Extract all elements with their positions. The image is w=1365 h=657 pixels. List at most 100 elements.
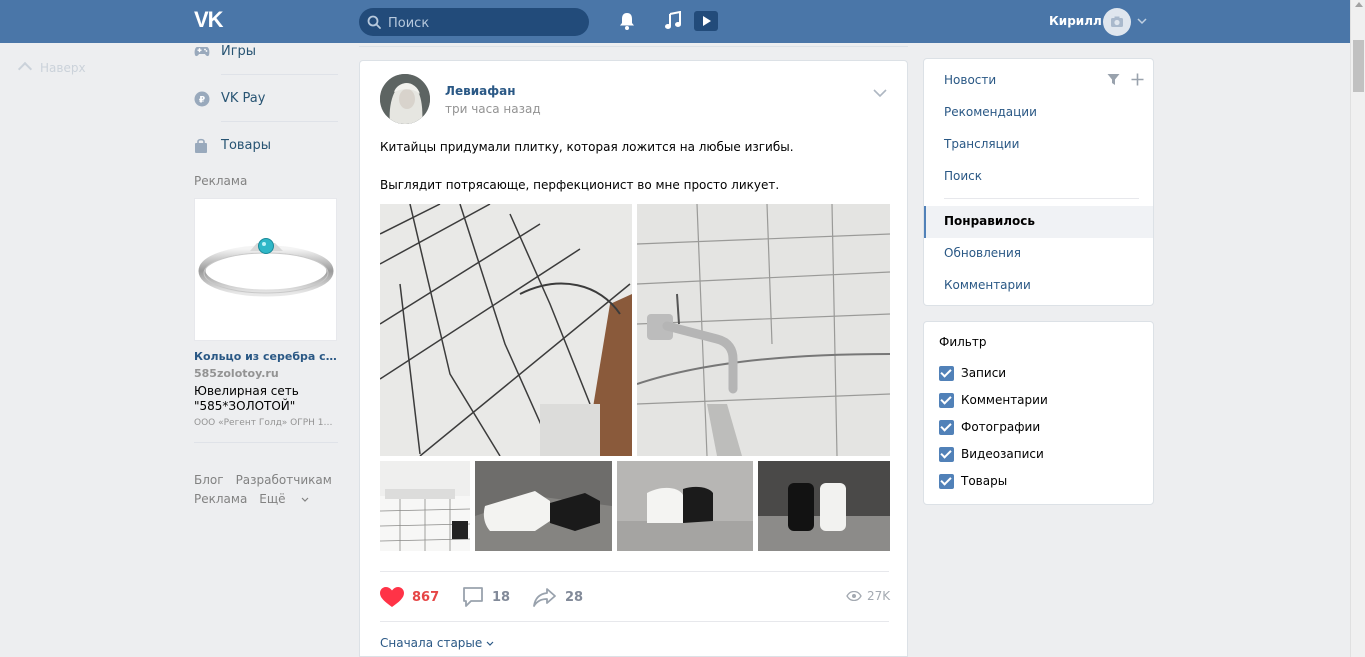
post-photo[interactable] — [758, 461, 890, 551]
sidebar-divider — [221, 121, 338, 122]
ad-legal-text: ООО «Регент Голд» ОГРН 1137847089930 — [194, 418, 338, 428]
filter-funnel-icon[interactable] — [1107, 73, 1120, 86]
svg-text:₽: ₽ — [199, 96, 205, 106]
back-to-top-label: Наверх — [40, 61, 86, 75]
chevron-down-icon — [301, 497, 309, 502]
footer-link-ads[interactable]: Реклама — [194, 492, 247, 506]
nav-divider — [944, 198, 1139, 199]
heart-icon — [380, 586, 404, 607]
ring-image — [198, 238, 334, 297]
footer-link-more[interactable]: Ещё — [259, 492, 309, 506]
comment-button[interactable]: 18 — [462, 585, 510, 609]
footer-links-row-1: Блог Разработчикам — [194, 473, 344, 487]
checkbox[interactable] — [939, 392, 954, 408]
checkbox-label: Записи — [961, 366, 1007, 380]
camera-icon — [1111, 16, 1123, 27]
feed-top-edge — [359, 42, 908, 47]
footer-link-developers[interactable]: Разработчикам — [236, 473, 332, 487]
filter-checkbox-videos[interactable]: Видеозаписи — [939, 445, 1044, 463]
nav-item-recommendations[interactable]: Рекомендации — [944, 105, 1037, 119]
nav-item-liked[interactable]: Понравилось — [924, 206, 1153, 238]
nav-item-comments[interactable]: Комментарии — [944, 278, 1031, 292]
chevron-down-icon — [486, 641, 494, 646]
checkbox-label: Фотографии — [961, 420, 1041, 434]
nav-item-liked-label: Понравилось — [944, 214, 1036, 228]
ad-section-title: Реклама — [194, 174, 248, 188]
bell-icon[interactable] — [618, 11, 636, 31]
search-input[interactable] — [386, 8, 580, 38]
sidebar-item-games[interactable]: Игры — [194, 40, 338, 64]
ad-name[interactable]: Кольцо из серебра с фианитом — [194, 350, 338, 363]
checkbox-label: Товары — [961, 474, 1008, 488]
ad-image[interactable] — [194, 198, 337, 341]
footer-link-blog[interactable]: Блог — [194, 473, 224, 487]
nav-item-updates[interactable]: Обновления — [944, 246, 1021, 260]
post-photo[interactable] — [380, 204, 632, 456]
bathroom-photo — [380, 461, 470, 551]
sidebar-item-vkpay[interactable]: ₽ VK Pay — [194, 87, 338, 111]
scroll-up-arrow-icon[interactable] — [1355, 2, 1363, 7]
filter-checkbox-comments[interactable]: Комментарии — [939, 391, 1048, 409]
vkpay-icon: ₽ — [194, 91, 210, 107]
eye-icon — [846, 591, 862, 601]
checkbox[interactable] — [939, 365, 954, 381]
chevron-down-icon[interactable] — [1137, 17, 1147, 25]
post-photo[interactable] — [637, 204, 890, 456]
share-count: 28 — [565, 589, 584, 605]
sidebar-item-label: VK Pay — [221, 91, 266, 106]
sidebar-item-goods[interactable]: Товары — [194, 134, 338, 158]
play-video-icon[interactable] — [694, 11, 718, 31]
music-note-icon[interactable] — [664, 11, 682, 31]
nav-item-search[interactable]: Поиск — [944, 169, 982, 183]
footer-links-row-2: Реклама Ещё — [194, 492, 321, 506]
tile-columns-photo — [758, 461, 890, 551]
views-counter: 27K — [846, 589, 890, 603]
filter-title: Фильтр — [939, 335, 987, 349]
search-box[interactable] — [359, 8, 589, 38]
scroll-thumb[interactable] — [1353, 40, 1364, 92]
comments-sort-dropdown[interactable]: Сначала старые — [380, 636, 494, 650]
user-name[interactable]: Кирилл — [1049, 14, 1102, 28]
vk-logo[interactable]: VK — [194, 9, 228, 31]
filter-checkbox-posts[interactable]: Записи — [939, 364, 1006, 382]
post-photo[interactable] — [617, 461, 753, 551]
nav-item-streams[interactable]: Трансляции — [944, 137, 1019, 151]
post-time[interactable]: три часа назад — [445, 102, 541, 116]
nav-item-news[interactable]: Новости — [944, 73, 996, 87]
tile-corners-photo — [617, 461, 753, 551]
post-menu-chevron-icon[interactable] — [872, 88, 888, 98]
checkbox[interactable] — [939, 446, 954, 462]
filter-checkbox-goods[interactable]: Товары — [939, 472, 1007, 490]
views-count: 27K — [867, 589, 891, 603]
sidebar-divider — [221, 74, 338, 75]
tile-pieces-photo — [475, 461, 612, 551]
comment-count: 18 — [492, 589, 511, 605]
plus-icon[interactable] — [1131, 73, 1144, 86]
share-button[interactable]: 28 — [533, 585, 583, 609]
checkbox-label: Комментарии — [961, 393, 1048, 407]
author-avatar-image — [380, 74, 430, 124]
tile-photo — [380, 204, 632, 456]
checkbox[interactable] — [939, 419, 954, 435]
sidebar-divider — [194, 442, 338, 443]
filter-checkbox-photos[interactable]: Фотографии — [939, 418, 1040, 436]
post-text-line: Китайцы придумали плитку, которая ложитс… — [380, 140, 794, 154]
checkbox[interactable] — [939, 473, 954, 489]
post-divider — [380, 571, 889, 572]
like-button[interactable]: 867 — [380, 585, 439, 609]
post-photo[interactable] — [475, 461, 612, 551]
footer-more-label: Ещё — [259, 492, 286, 506]
checkbox-label: Видеозаписи — [961, 447, 1044, 461]
like-count: 867 — [412, 589, 440, 605]
user-avatar[interactable] — [1103, 8, 1131, 36]
gamepad-icon — [194, 47, 210, 57]
ad-text: Ювелирная сеть "585*ЗОЛОТОЙ" — [194, 384, 299, 413]
filter-panel: Фильтр Записи Комментарии Фотографии Вид… — [923, 321, 1154, 505]
ad-domain[interactable]: 585zolotoy.ru — [194, 367, 279, 380]
page-scrollbar[interactable] — [1350, 0, 1365, 657]
post-card: Левиафан три часа назад Китайцы придумал… — [359, 60, 908, 657]
author-avatar[interactable] — [380, 74, 430, 124]
post-author[interactable]: Левиафан — [445, 84, 516, 98]
post-photo[interactable] — [380, 461, 470, 551]
back-to-top-link[interactable]: Наверх — [17, 61, 86, 77]
